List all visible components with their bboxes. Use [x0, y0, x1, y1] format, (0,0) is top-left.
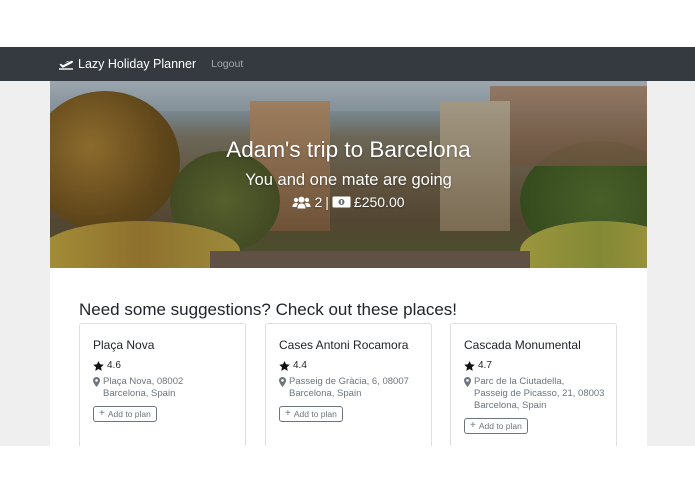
- place-card: Cascada Monumental 4.7 Parc de la Ciutad…: [450, 323, 617, 446]
- navbar-brand[interactable]: Lazy Holiday Planner: [58, 57, 196, 71]
- plane-departure-icon: [59, 60, 74, 70]
- add-to-plan-label: Add to plan: [478, 421, 522, 431]
- place-name: Plaça Nova: [93, 338, 155, 352]
- main-container: Adam's trip to Barcelona You and one mat…: [50, 81, 647, 446]
- address-line: Plaça Nova, 08002: [103, 376, 184, 387]
- address-line: Parc de la Ciutadella,: [474, 376, 565, 387]
- address-line: Passeig de Picasso, 21, 08003: [474, 388, 605, 399]
- place-card: Cases Antoni Rocamora 4.4 Passeig de Grà…: [265, 323, 432, 446]
- rating-value: 4.6: [107, 360, 121, 371]
- place-name: Cascada Monumental: [464, 338, 581, 352]
- rating-value: 4.4: [293, 360, 307, 371]
- page-background: Adam's trip to Barcelona You and one mat…: [0, 81, 695, 446]
- rating-value: 4.7: [478, 360, 492, 371]
- address-line: Barcelona, Spain: [103, 388, 176, 399]
- add-to-plan-label: Add to plan: [107, 409, 151, 419]
- place-name: Cases Antoni Rocamora: [279, 338, 409, 352]
- place-rating: 4.7: [464, 360, 616, 371]
- place-rating: 4.4: [279, 360, 431, 371]
- map-marker-icon: [279, 377, 286, 387]
- travellers-count: 2: [314, 194, 323, 210]
- trip-meta: 2 | £250.00: [50, 194, 647, 210]
- star-icon: [93, 360, 104, 371]
- place-rating: 4.6: [93, 360, 245, 371]
- place-address: Passeig de Gràcia, 6, 08007 Barcelona, S…: [279, 376, 431, 400]
- map-marker-icon: [93, 377, 100, 387]
- add-to-plan-label: Add to plan: [293, 409, 337, 419]
- money-bill-icon: [332, 196, 351, 208]
- plus-icon: +: [470, 420, 476, 431]
- trip-title: Adam's trip to Barcelona: [226, 137, 471, 162]
- star-icon: [279, 360, 290, 371]
- navbar: Lazy Holiday Planner Logout: [0, 47, 695, 81]
- brand-label: Lazy Holiday Planner: [78, 57, 197, 71]
- place-card: Plaça Nova 4.6 Plaça Nova, 08002 Barcelo…: [79, 323, 246, 446]
- hero-banner: Adam's trip to Barcelona You and one mat…: [50, 81, 647, 268]
- address-line: Barcelona, Spain: [474, 400, 547, 411]
- star-icon: [464, 360, 475, 371]
- users-icon: [292, 196, 311, 208]
- suggestions-heading: Need some suggestions? Check out these p…: [79, 300, 458, 319]
- budget-amount: £250.00: [353, 194, 405, 210]
- place-address: Plaça Nova, 08002 Barcelona, Spain: [93, 376, 245, 400]
- plus-icon: +: [285, 408, 291, 419]
- address-line: Passeig de Gràcia, 6, 08007: [289, 376, 409, 387]
- plus-icon: +: [99, 408, 105, 419]
- add-to-plan-button[interactable]: + Add to plan: [93, 406, 157, 422]
- top-whitespace: [0, 0, 695, 47]
- trip-subtitle: You and one mate are going: [245, 171, 452, 189]
- add-to-plan-button[interactable]: + Add to plan: [279, 406, 343, 422]
- logout-link[interactable]: Logout: [211, 58, 243, 70]
- add-to-plan-button[interactable]: + Add to plan: [464, 418, 528, 434]
- place-address: Parc de la Ciutadella, Passeig de Picass…: [464, 376, 616, 412]
- map-marker-icon: [464, 377, 471, 387]
- address-line: Barcelona, Spain: [289, 388, 362, 399]
- bottom-whitespace: [0, 446, 695, 494]
- meta-separator: |: [325, 194, 329, 210]
